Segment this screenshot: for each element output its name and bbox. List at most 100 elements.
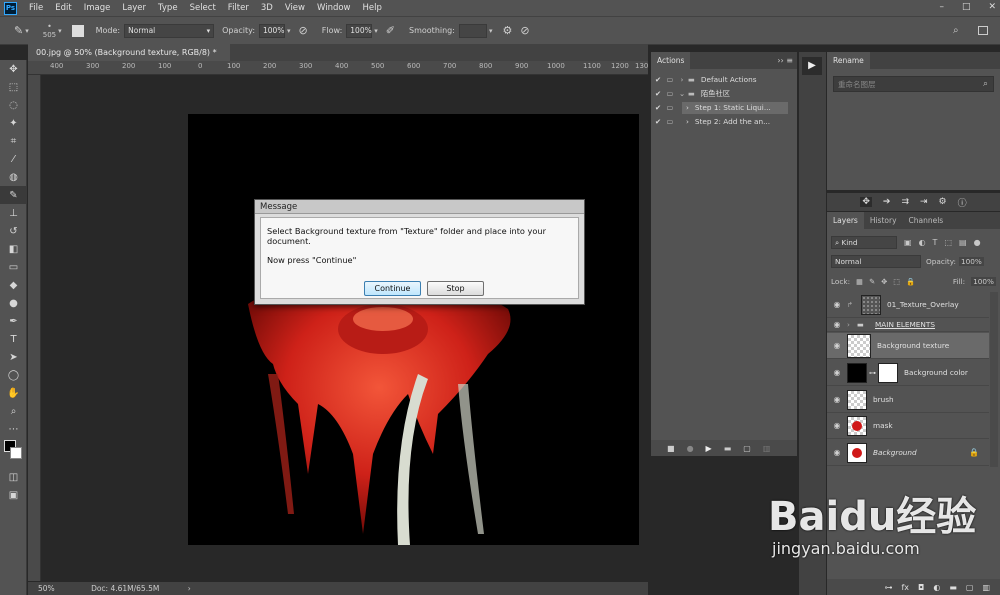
blur-tool-icon[interactable]: ◆ [0,276,27,294]
chevron-down-icon[interactable]: ▾ [25,27,29,35]
dialog-toggle-icon[interactable]: ▭ [664,75,676,84]
crop-tool-icon[interactable]: ⌗ [0,132,27,150]
document-tab[interactable]: 00.jpg @ 50% (Background texture, RGB/8)… [28,44,230,74]
stamp-tool-icon[interactable]: ⊥ [0,204,27,222]
layer-row[interactable]: ◉ ↱ 01_Texture_Overlay [827,292,989,318]
action-row[interactable]: ✔ ▭ › Step 1: Static Liqui... [652,101,788,114]
filter-pixel-icon[interactable]: ▣ [904,238,912,247]
eye-icon[interactable]: ◉ [827,320,847,329]
eye-icon[interactable]: ◉ [827,368,847,377]
brush-panel-icon[interactable] [71,24,84,37]
trash-icon[interactable]: ▥ [982,583,990,592]
tab-actions[interactable]: Actions [651,52,691,69]
type-tool-icon[interactable]: T [0,330,27,348]
hand-tool-icon[interactable]: ✋ [0,384,27,402]
link-icon[interactable]: ⊶ [884,583,892,592]
eye-icon[interactable]: ◉ [827,395,847,404]
magic-wand-icon[interactable]: ✦ [0,114,27,132]
filter-adjustment-icon[interactable]: ◐ [919,238,926,247]
lock-all-icon[interactable]: 🔒 [906,277,915,286]
close-button[interactable]: ✕ [988,0,996,14]
group-icon[interactable]: ▬ [949,583,957,592]
new-action-icon[interactable]: ▢ [743,444,751,453]
new-set-icon[interactable]: ▬ [724,444,732,453]
lock-pixels-icon[interactable]: ✎ [869,277,875,286]
history-brush-icon[interactable]: ↺ [0,222,27,240]
flow-field[interactable]: 100% [346,23,373,38]
tab-rename[interactable]: Rename [827,52,870,69]
pressure-opacity-icon[interactable]: ⊘ [299,24,308,37]
rename-input[interactable]: 重命名图层 ⌕ [833,76,994,92]
trash-icon[interactable]: ▥ [763,444,771,453]
zoom-level[interactable]: 50% [38,584,55,593]
checkmark-icon[interactable]: ✔ [652,117,664,126]
filter-shape-icon[interactable]: ⬚ [944,238,952,247]
gear-icon[interactable]: ⚙ [939,197,947,207]
brush-preset-picker[interactable]: • 505 [43,22,56,40]
minimize-button[interactable]: – [939,0,944,14]
checkmark-icon[interactable]: ✔ [652,103,664,112]
stop-button[interactable]: Stop [427,281,484,296]
symmetry-icon[interactable]: ⊘ [520,24,529,37]
layer-row[interactable]: ◉ Background 🔒 [827,440,989,466]
adjustment-icon[interactable]: ◐ [933,583,940,592]
screen-mode-icon[interactable]: ▣ [0,486,27,504]
chevron-down-icon[interactable]: ⌄ [676,89,688,98]
filter-smart-icon[interactable]: ▤ [959,238,967,247]
quick-mask-icon[interactable]: ◫ [0,468,27,486]
search-icon[interactable]: ⌕ [953,25,959,36]
lock-artboard-icon[interactable]: ⬚ [893,277,900,286]
more-tools-icon[interactable]: ⋯ [0,420,27,438]
kind-filter-select[interactable]: ⌕ Kind [831,236,897,249]
step-item[interactable]: › Step 1: Static Liqui... [682,101,788,114]
fx-icon[interactable]: fx [901,583,909,592]
lock-transparency-icon[interactable]: ▦ [856,277,863,286]
menu-edit[interactable]: Edit [49,0,77,16]
layers-scrollbar[interactable] [990,292,998,467]
step-item[interactable]: › Step 2: Add the an... [682,116,788,128]
menu-file[interactable]: File [23,0,49,16]
chevron-down-icon[interactable]: ▾ [489,27,493,35]
menu-view[interactable]: View [279,0,311,16]
move-tool-icon[interactable]: ✥ [0,60,27,78]
panel-collapse-icon[interactable]: ›› ≡ [777,52,793,69]
layer-row-selected[interactable]: ◉ Background texture [827,333,989,359]
action-row[interactable]: ✔ ▭ › Step 2: Add the an... [652,115,788,128]
filter-type-icon[interactable]: T [933,238,938,247]
menu-type[interactable]: Type [152,0,184,16]
eye-icon[interactable]: ◉ [827,341,847,350]
pen-tool-icon[interactable]: ✒ [0,312,27,330]
gradient-tool-icon[interactable]: ▭ [0,258,27,276]
background-color-swatch[interactable] [10,447,22,459]
menu-window[interactable]: Window [311,0,357,16]
dodge-tool-icon[interactable]: ● [0,294,27,312]
brush-tool-icon[interactable]: ✎ [0,186,27,204]
mask-icon[interactable]: ◘ [918,583,924,592]
lock-position-icon[interactable]: ✥ [881,277,887,286]
dialog-toggle-icon[interactable]: ▭ [664,89,676,98]
chevron-down-icon[interactable]: ▾ [58,27,62,35]
airbrush-icon[interactable]: ✐ [386,24,395,37]
tab-layers[interactable]: Layers [827,212,864,229]
brush-tool-icon[interactable]: ✎ [14,24,23,37]
menu-filter[interactable]: Filter [222,0,255,16]
eye-icon[interactable]: ◉ [827,421,847,430]
play-icon[interactable]: ▶ [706,444,712,453]
chevron-down-icon[interactable]: ▾ [287,27,291,35]
path-selection-icon[interactable]: ➤ [0,348,27,366]
marquee-tool-icon[interactable]: ⬚ [0,78,27,96]
chevron-down-icon[interactable]: ▾ [374,27,378,35]
shape-tool-icon[interactable]: ◯ [0,366,27,384]
play-panel-icon[interactable]: ▶ [802,57,822,75]
fill-field[interactable]: 100% [971,277,996,286]
export-icon[interactable]: ⇥ [920,197,928,207]
filter-toggle-icon[interactable]: ● [974,238,981,247]
workspace-icon[interactable] [978,26,988,35]
eye-icon[interactable]: ◉ [827,448,847,457]
double-arrow-icon[interactable]: ⇉ [901,197,909,207]
zoom-tool-icon[interactable]: ⌕ [0,402,27,420]
info-icon[interactable]: ⓘ [958,196,967,209]
smoothing-field[interactable] [458,23,487,38]
chevron-right-icon[interactable]: › [676,75,688,84]
tab-channels[interactable]: Channels [902,212,950,229]
